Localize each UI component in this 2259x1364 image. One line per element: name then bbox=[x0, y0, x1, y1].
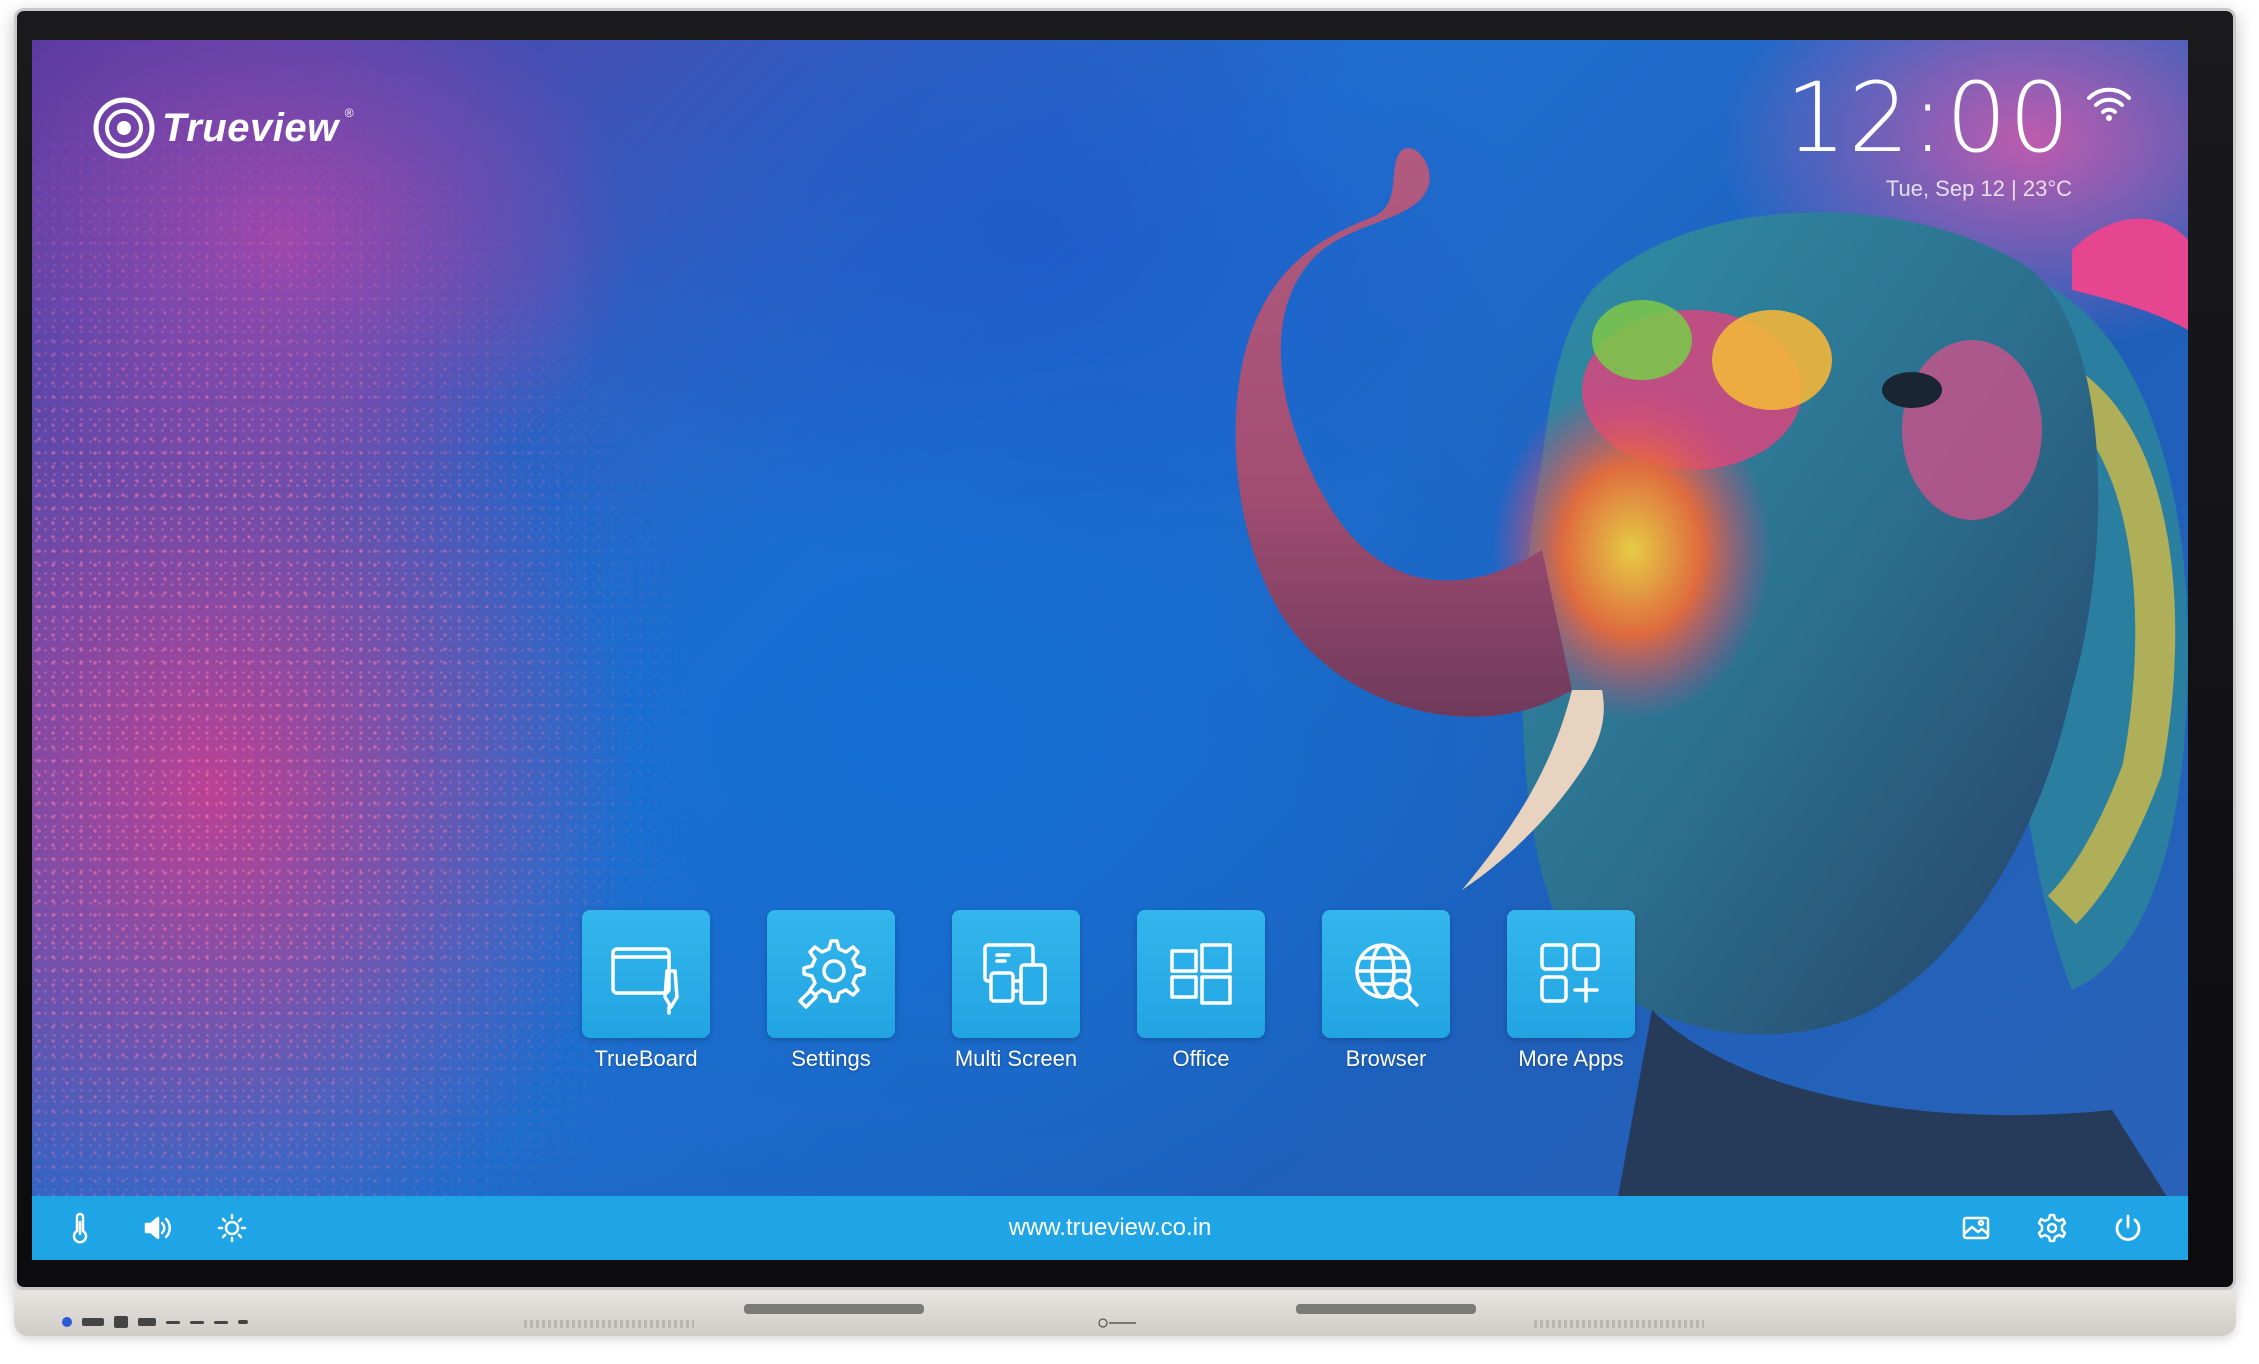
app-tile[interactable] bbox=[1322, 910, 1450, 1038]
globe-search-icon bbox=[1355, 943, 1419, 1007]
home-screen: Trueview ® 12:00 Tue, Sep 12 | 23°C True… bbox=[32, 40, 2188, 1260]
brightness-icon[interactable] bbox=[214, 1210, 250, 1246]
wifi-icon[interactable] bbox=[2086, 84, 2132, 124]
device-bottom-panel bbox=[14, 1290, 2236, 1336]
app-tile[interactable] bbox=[1137, 910, 1265, 1038]
whiteboard-pen-icon bbox=[611, 947, 679, 1015]
multi-screen-icon bbox=[983, 943, 1047, 1005]
port-icon bbox=[190, 1320, 204, 1324]
app-tile[interactable] bbox=[767, 910, 895, 1038]
app-settings[interactable]: Settings bbox=[767, 910, 895, 1072]
gear-wrench-icon bbox=[798, 939, 866, 1009]
stand-strip-right bbox=[1296, 1304, 1476, 1314]
stand-strip-left bbox=[744, 1304, 924, 1314]
app-label: More Apps bbox=[1518, 1046, 1624, 1071]
speaker-grille-right bbox=[1534, 1320, 1704, 1328]
power-led-icon bbox=[62, 1317, 72, 1327]
volume-icon[interactable] bbox=[140, 1210, 176, 1246]
wallpaper-icon[interactable] bbox=[1958, 1210, 1994, 1246]
brand-name: Trueview bbox=[162, 105, 339, 150]
usb-port-icon bbox=[82, 1318, 104, 1326]
more-apps-icon bbox=[1540, 943, 1600, 1003]
clock-date-weather: Tue, Sep 12 | 23°C bbox=[1885, 176, 2072, 201]
port-icon bbox=[214, 1320, 228, 1324]
app-browser[interactable]: Browser bbox=[1322, 910, 1450, 1072]
app-label: Office bbox=[1172, 1046, 1230, 1071]
app-trueboard[interactable]: TrueBoard bbox=[582, 910, 710, 1072]
app-tile[interactable] bbox=[582, 910, 710, 1038]
speaker-grille-left bbox=[524, 1320, 694, 1328]
brand-registered-mark: ® bbox=[344, 106, 354, 120]
windows-icon bbox=[1170, 943, 1232, 1005]
app-multi-screen[interactable]: Multi Screen bbox=[952, 910, 1080, 1072]
app-tile[interactable] bbox=[952, 910, 1080, 1038]
hardware-ports bbox=[62, 1316, 248, 1328]
app-label: TrueBoard bbox=[594, 1046, 698, 1071]
app-tile[interactable] bbox=[1507, 910, 1635, 1038]
bottom-toolbar: www.trueview.co.in bbox=[32, 1196, 2188, 1260]
power-icon[interactable] bbox=[2110, 1210, 2146, 1246]
usb-port-icon bbox=[138, 1318, 156, 1326]
brand-mark-icon bbox=[93, 97, 155, 159]
thermometer-icon[interactable] bbox=[62, 1210, 98, 1246]
website-url: www.trueview.co.in bbox=[1008, 1214, 1212, 1241]
device-logo-icon bbox=[1098, 1318, 1136, 1328]
app-dock: TrueBoard Settings Multi Screen Office B… bbox=[582, 910, 1635, 1072]
clock-time: 12:00 bbox=[1785, 62, 2072, 174]
app-office[interactable]: Office bbox=[1137, 910, 1265, 1072]
settings-icon[interactable] bbox=[2034, 1210, 2070, 1246]
port-icon bbox=[166, 1320, 180, 1324]
port-icon bbox=[238, 1320, 248, 1324]
brand-logo: Trueview ® bbox=[92, 96, 354, 160]
app-label: Browser bbox=[1345, 1046, 1427, 1071]
hdmi-port-icon bbox=[114, 1316, 128, 1328]
app-label: Settings bbox=[791, 1046, 871, 1071]
clock-widget: 12:00 Tue, Sep 12 | 23°C bbox=[1772, 70, 2072, 202]
app-more-apps[interactable]: More Apps bbox=[1507, 910, 1635, 1072]
app-label: Multi Screen bbox=[954, 1046, 1078, 1071]
